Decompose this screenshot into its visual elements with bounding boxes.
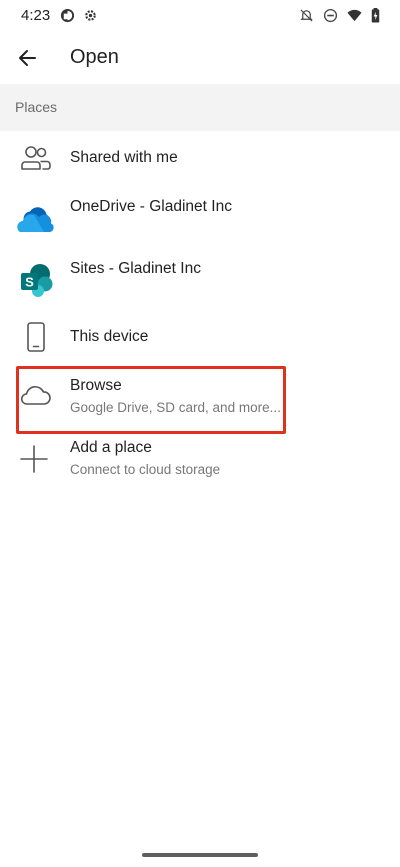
place-item-title: This device xyxy=(70,328,149,345)
app-bar: Open xyxy=(0,32,400,84)
onedrive-cloud-icon xyxy=(16,199,56,239)
place-item-title: Add a place xyxy=(70,439,152,456)
battery-charging-icon xyxy=(371,8,380,23)
home-indicator[interactable] xyxy=(142,853,258,857)
place-item-sites[interactable]: S Sites - Gladinet Inc xyxy=(0,250,400,306)
place-item-this-device[interactable]: This device xyxy=(0,314,400,360)
place-item-subtitle: Connect to cloud storage xyxy=(70,462,221,477)
status-bar: 4:23 xyxy=(0,0,400,32)
settings-gear-icon xyxy=(83,8,98,23)
plus-icon xyxy=(16,439,56,479)
place-item-title: Sites - Gladinet Inc xyxy=(70,260,201,277)
sharepoint-icon: S xyxy=(16,260,56,300)
svg-text:S: S xyxy=(25,275,34,290)
places-section-header: Places xyxy=(0,84,400,131)
notifications-off-icon xyxy=(299,8,314,23)
place-item-shared-with-me[interactable]: Shared with me xyxy=(0,135,400,181)
highlight-box xyxy=(16,366,286,434)
arrow-back-icon xyxy=(12,50,44,78)
back-button[interactable] xyxy=(12,42,44,74)
place-item-add-a-place[interactable]: Add a place Connect to cloud storage xyxy=(0,430,400,488)
do-not-disturb-icon xyxy=(323,8,338,23)
page-title: Open xyxy=(70,46,119,68)
status-time: 4:23 xyxy=(21,7,51,24)
place-item-onedrive[interactable]: OneDrive - Gladinet Inc xyxy=(0,188,400,243)
places-header-label: Places xyxy=(15,99,58,115)
data-saver-icon xyxy=(60,8,75,23)
place-item-title: Shared with me xyxy=(70,149,178,166)
phone-icon xyxy=(16,317,56,357)
wifi-icon xyxy=(347,8,362,23)
people-icon xyxy=(16,138,56,178)
place-item-title: OneDrive - Gladinet Inc xyxy=(70,198,232,215)
